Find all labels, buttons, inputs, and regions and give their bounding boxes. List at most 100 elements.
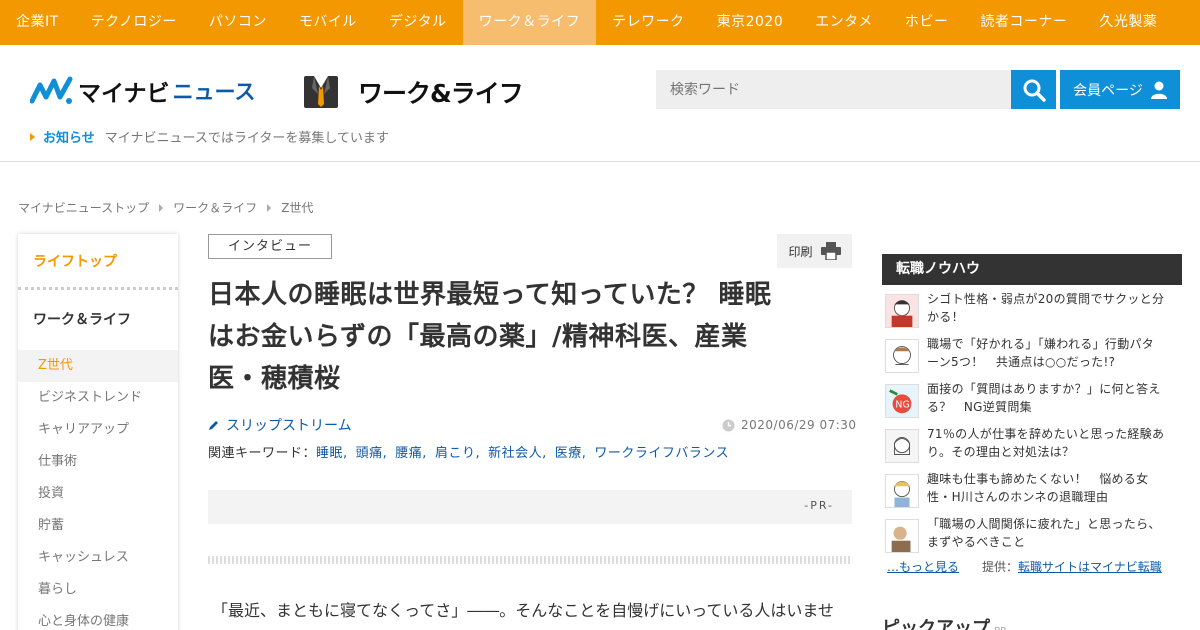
section-logo-text: ワーク&ライフ bbox=[358, 79, 524, 108]
list-item-title-2: かる！ bbox=[927, 310, 964, 324]
article-thumbnail bbox=[885, 519, 919, 553]
more-link[interactable]: …もっと見る bbox=[887, 558, 959, 575]
sidebar-item-work-skills[interactable]: 仕事術 bbox=[18, 446, 178, 478]
article-date: 2020/06/29 07:30 bbox=[722, 418, 857, 432]
notice-bar: お知らせ マイナビニュースではライターを募集しています bbox=[30, 127, 389, 146]
nav-item-digital[interactable]: デジタル bbox=[373, 0, 463, 45]
dotted-divider bbox=[208, 556, 852, 564]
logo-text-mynavi: マイナビ bbox=[78, 81, 170, 107]
pr-ad-slot[interactable]: -PR- bbox=[208, 490, 852, 524]
related-keywords: 関連キーワード： 睡眠, 頭痛, 腰痛, 肩こり, 新社会人, 医療, ワークラ… bbox=[208, 442, 737, 461]
sidebar-item-career-up[interactable]: キャリアアップ bbox=[18, 414, 178, 446]
nav-item-entertainment[interactable]: エンタメ bbox=[799, 0, 889, 45]
article-thumbnail bbox=[885, 339, 919, 373]
author-name: スリップストリーム bbox=[226, 418, 352, 434]
printer-icon bbox=[820, 242, 841, 260]
article-title-line-3: 医・穂積桜 bbox=[208, 364, 341, 394]
breadcrumb: マイナビニューストップ ワーク＆ライフ Z世代 bbox=[18, 199, 313, 216]
list-item[interactable]: 71％の人が仕事を辞めたいと思った経験あ り。その理由と対処法は？ bbox=[882, 424, 1182, 468]
pr-label: -PR- bbox=[804, 499, 834, 512]
keyword-link[interactable]: 腰痛, bbox=[395, 442, 427, 461]
list-item-title-2: り。その理由と対処法は？ bbox=[927, 445, 1075, 459]
sidebar-life-top-link[interactable]: ライフトップ bbox=[18, 234, 178, 290]
date-text: 2020/06/29 07:30 bbox=[741, 418, 857, 432]
breadcrumb-item-top[interactable]: マイナビニューストップ bbox=[18, 199, 149, 216]
article-title: 日本人の睡眠は世界最短って知っていた？ 睡眠 はお金いらずの「最高の薬」/精神科… bbox=[208, 274, 848, 400]
nav-item-tokyo2020[interactable]: 東京2020 bbox=[701, 0, 800, 45]
mynavi-news-logo[interactable]: マイナビ ニュース bbox=[30, 74, 256, 108]
logo-text-news: ニュース bbox=[172, 80, 256, 104]
suit-icon bbox=[304, 76, 338, 108]
sidebar-item-gen-z[interactable]: Z世代 bbox=[18, 350, 178, 382]
search-input[interactable] bbox=[656, 70, 1012, 109]
list-item[interactable]: 趣味も仕事も諦めたくない！ 悩める女 性・H川さんのホンネの退職理由 bbox=[882, 469, 1182, 513]
breadcrumb-item-work-life[interactable]: ワーク＆ライフ bbox=[173, 199, 257, 216]
list-item-title-1: 面接の「質問はありますか？」に何と答え bbox=[927, 382, 1161, 396]
list-item-title-1: シゴト性格・弱点が20の質問でサクッと分 bbox=[927, 292, 1165, 306]
mynavi-mark-icon bbox=[30, 76, 73, 104]
keyword-link[interactable]: 肩こり, bbox=[435, 442, 480, 461]
left-sidebar: ライフトップ ワーク＆ライフ Z世代 ビジネストレンド キャリアアップ 仕事術 … bbox=[18, 234, 178, 630]
list-item-title-1: 趣味も仕事も諦めたくない！ 悩める女 bbox=[927, 472, 1149, 486]
article-body-first-line: 「最近、まともに寝てなくってさ」――。そんなことを自慢げにいっている人はいませ bbox=[212, 601, 834, 620]
career-knowhow-list: シゴト性格・弱点が20の質問でサクッと分 かる！ 職場で「好かれる」「嫌われる」行… bbox=[882, 289, 1182, 559]
search-button[interactable] bbox=[1011, 70, 1056, 109]
list-item[interactable]: シゴト性格・弱点が20の質問でサクッと分 かる！ bbox=[882, 289, 1182, 333]
print-button[interactable]: 印刷 bbox=[777, 234, 852, 268]
pickup-heading: ピックアップ PR bbox=[882, 614, 1007, 630]
keyword-link[interactable]: ワークライフバランス bbox=[594, 442, 729, 461]
keyword-link[interactable]: 睡眠, bbox=[316, 442, 348, 461]
keyword-link[interactable]: 新社会人, bbox=[488, 442, 547, 461]
list-item[interactable]: NG 面接の「質問はありますか？」に何と答え る？ NG逆質問集 bbox=[882, 379, 1182, 423]
keyword-link[interactable]: 医療, bbox=[555, 442, 587, 461]
list-item-title-2: まずやるべきこと bbox=[927, 535, 1026, 549]
sidebar-item-living[interactable]: 暮らし bbox=[18, 574, 178, 606]
nav-item-work-life[interactable]: ワーク＆ライフ bbox=[462, 0, 597, 45]
nav-item-pc[interactable]: パソコン bbox=[193, 0, 283, 45]
career-knowhow-heading: 転職ノウハウ bbox=[882, 254, 1182, 285]
nav-item-technology[interactable]: テクノロジー bbox=[75, 0, 193, 45]
keywords-label: 関連キーワード： bbox=[208, 446, 317, 461]
sidebar-section-title[interactable]: ワーク＆ライフ bbox=[18, 290, 178, 350]
sidebar-item-health[interactable]: 心と身体の健康 bbox=[18, 606, 178, 630]
article-category-tag[interactable]: インタビュー bbox=[208, 234, 332, 259]
breadcrumb-separator-icon bbox=[159, 203, 164, 212]
header-divider bbox=[0, 161, 1200, 162]
sidebar-item-savings[interactable]: 貯蓄 bbox=[18, 510, 178, 542]
nav-item-hisamitsu[interactable]: 久光製薬 bbox=[1083, 0, 1173, 45]
nav-item-mobile[interactable]: モバイル bbox=[283, 0, 373, 45]
notice-arrow-icon bbox=[30, 132, 35, 141]
credit-prefix: 提供： bbox=[982, 560, 1019, 574]
pickup-pr-label: PR bbox=[994, 626, 1007, 630]
list-item[interactable]: 「職場の人間関係に疲れた」と思ったら、 まずやるべきこと bbox=[882, 514, 1182, 558]
article-thumbnail: NG bbox=[885, 384, 919, 418]
breadcrumb-item-gen-z[interactable]: Z世代 bbox=[281, 199, 313, 216]
pickup-title: ピックアップ bbox=[882, 618, 990, 630]
list-item[interactable]: 職場で「好かれる」「嫌われる」行動パタ ーン5つ！ 共通点は○○だった!? bbox=[882, 334, 1182, 378]
sidebar-item-business-trend[interactable]: ビジネストレンド bbox=[18, 382, 178, 414]
clock-icon bbox=[722, 419, 735, 431]
nav-item-hobby[interactable]: ホビー bbox=[889, 0, 965, 45]
work-life-section-logo[interactable]: ワーク&ライフ bbox=[302, 74, 524, 110]
member-page-button[interactable]: 会員ページ bbox=[1060, 70, 1180, 109]
sidebar-item-investment[interactable]: 投資 bbox=[18, 478, 178, 510]
article-title-line-1: 日本人の睡眠は世界最短って知っていた？ 睡眠 bbox=[208, 280, 772, 310]
article-author[interactable]: スリップストリーム bbox=[208, 415, 352, 435]
pencil-icon bbox=[209, 421, 218, 430]
nav-item-reader-corner[interactable]: 読者コーナー bbox=[964, 0, 1083, 45]
list-item-title-1: 職場で「好かれる」「嫌われる」行動パタ bbox=[927, 337, 1155, 351]
search-icon bbox=[1023, 79, 1046, 102]
print-label: 印刷 bbox=[788, 244, 813, 259]
member-page-label: 会員ページ bbox=[1073, 82, 1143, 99]
sidebar-item-cashless[interactable]: キャッシュレス bbox=[18, 542, 178, 574]
keyword-link[interactable]: 頭痛, bbox=[356, 442, 388, 461]
notice-label: お知らせ bbox=[43, 131, 95, 146]
nav-item-enterprise-it[interactable]: 企業IT bbox=[0, 0, 75, 45]
nav-item-telework[interactable]: テレワーク bbox=[596, 0, 701, 45]
list-item-title-1: 71％の人が仕事を辞めたいと思った経験あ bbox=[927, 427, 1165, 441]
credit-link[interactable]: 転職サイトはマイナビ転職 bbox=[1018, 560, 1162, 574]
provider-credit: 提供：転職サイトはマイナビ転職 bbox=[982, 558, 1162, 575]
list-item-title-1: 「職場の人間関係に疲れた」と思ったら、 bbox=[927, 517, 1161, 531]
article-thumbnail bbox=[885, 294, 919, 328]
notice-link[interactable]: マイナビニュースではライターを募集しています bbox=[105, 127, 389, 146]
